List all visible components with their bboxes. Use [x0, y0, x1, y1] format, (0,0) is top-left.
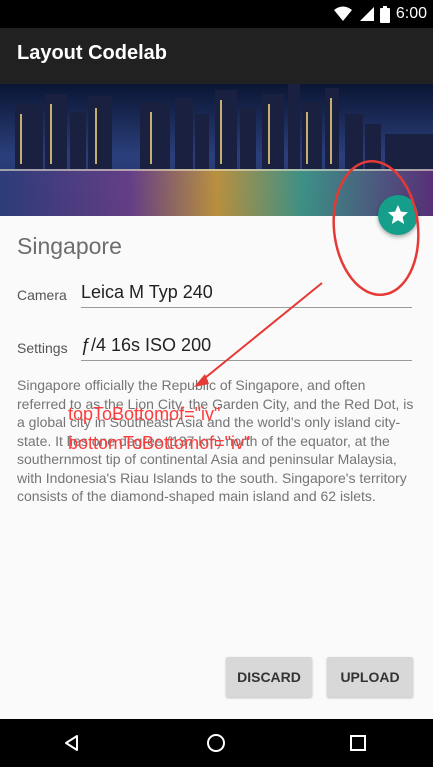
status-bar: 6:00 — [0, 0, 433, 28]
cell-signal-icon — [359, 7, 374, 21]
camera-field[interactable]: Leica M Typ 240 — [81, 282, 412, 308]
app-title: Layout Codelab — [17, 42, 168, 64]
home-icon — [207, 734, 225, 752]
wifi-icon — [333, 6, 352, 21]
back-icon — [65, 735, 78, 751]
home-button[interactable] — [192, 719, 240, 767]
annotation-text-top: topToBottomof="iv" — [68, 404, 221, 424]
favorite-fab[interactable] — [378, 195, 418, 235]
navigation-bar — [0, 719, 433, 767]
place-title: Singapore — [17, 233, 122, 259]
recents-icon — [350, 735, 366, 751]
settings-label: Settings — [17, 340, 68, 356]
back-button[interactable] — [48, 719, 96, 767]
discard-button[interactable]: DISCARD — [226, 657, 312, 697]
star-icon — [388, 205, 408, 224]
recents-button[interactable] — [334, 719, 382, 767]
annotation-text-bottom: bottomToBottomof="iv" — [68, 433, 251, 453]
settings-field[interactable]: ƒ/4 16s ISO 200 — [81, 335, 412, 361]
battery-icon — [379, 5, 390, 23]
skyline-illustration — [0, 84, 433, 216]
camera-label: Camera — [17, 287, 67, 303]
upload-button[interactable]: UPLOAD — [327, 657, 413, 697]
status-icons: 6:00 — [333, 0, 427, 28]
status-time: 6:00 — [395, 5, 427, 22]
hero-image — [0, 84, 433, 216]
app-bar: Layout Codelab — [0, 28, 433, 84]
